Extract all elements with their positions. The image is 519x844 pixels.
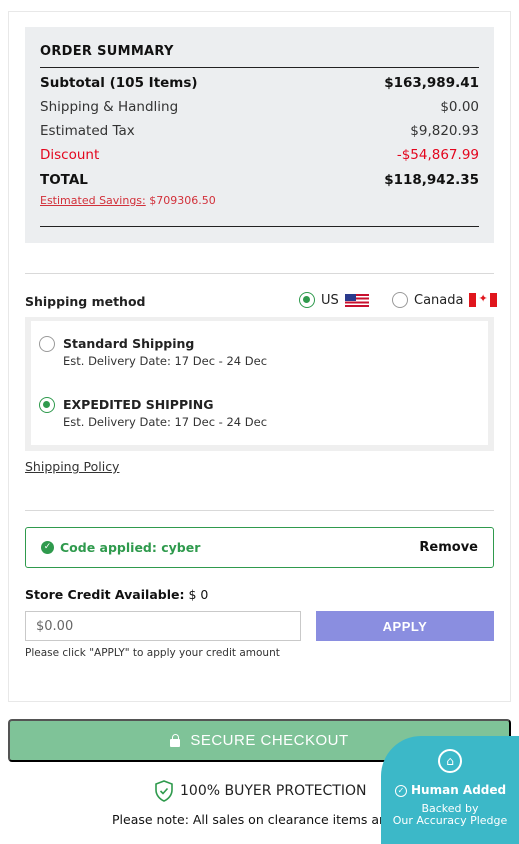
country-canada-label: Canada — [414, 292, 464, 308]
store-credit-hint: Please click "APPLY" to apply your credi… — [25, 647, 280, 659]
tax-label: Estimated Tax — [40, 123, 135, 139]
coupon-applied-text: Code applied: cyber — [60, 540, 201, 555]
badge-title: Human Added — [411, 783, 507, 797]
shield-check-icon — [155, 780, 173, 802]
standard-shipping-date: Est. Delivery Date: 17 Dec - 24 Dec — [63, 354, 268, 368]
canada-flag-icon — [469, 292, 498, 307]
shipping-value: $0.00 — [440, 99, 479, 115]
discount-value: -$54,867.99 — [396, 147, 479, 163]
subtotal-value: $163,989.41 — [384, 75, 479, 91]
tax-row: Estimated Tax $9,820.93 — [40, 123, 479, 139]
expedited-shipping-date: Est. Delivery Date: 17 Dec - 24 Dec — [63, 415, 268, 429]
accuracy-pledge-badge[interactable]: ⌂ ✓ Human Added Backed by Our Accuracy Pl… — [381, 736, 519, 844]
subtotal-label: Subtotal (105 Items) — [40, 75, 198, 91]
store-credit-amount: $ 0 — [188, 587, 209, 602]
expedited-shipping-radio[interactable] — [39, 397, 55, 413]
lock-icon — [170, 733, 181, 747]
check-circle-icon: ✓ — [395, 785, 407, 797]
store-credit-input[interactable] — [25, 611, 301, 641]
country-us-option[interactable]: US — [299, 292, 369, 308]
store-credit-label: Store Credit Available: — [25, 587, 185, 602]
estimated-savings-value: $709306.50 — [149, 194, 216, 207]
badge-line-2: Our Accuracy Pledge — [392, 814, 508, 827]
coupon-applied-box: ✓ Code applied: cyber Remove — [25, 527, 494, 568]
badge-subtitle: Backed by Our Accuracy Pledge — [381, 803, 519, 827]
shipping-options-list: Standard Shipping Est. Delivery Date: 17… — [31, 321, 488, 445]
secure-checkout-label: SECURE CHECKOUT — [190, 732, 349, 749]
badge-title-row: ✓ Human Added — [395, 783, 506, 797]
divider — [40, 67, 479, 68]
discount-row: Discount -$54,867.99 — [40, 147, 479, 163]
remove-coupon-button[interactable]: Remove — [419, 540, 478, 555]
standard-shipping-radio[interactable] — [39, 336, 55, 352]
shipping-row: Shipping & Handling $0.00 — [40, 99, 479, 115]
divider — [25, 510, 494, 511]
discount-label: Discount — [40, 147, 100, 163]
total-label: TOTAL — [40, 172, 88, 188]
store-credit-info: Store Credit Available: $ 0 — [25, 587, 208, 602]
expedited-shipping-name: EXPEDITED SHIPPING — [63, 397, 214, 412]
divider — [25, 273, 494, 274]
shipping-options-panel: Standard Shipping Est. Delivery Date: 17… — [25, 317, 494, 451]
country-canada-option[interactable]: Canada — [392, 292, 498, 308]
buyer-protection-text: 100% BUYER PROTECTION — [180, 783, 367, 799]
total-row: TOTAL $118,942.35 — [40, 172, 479, 188]
check-circle-icon: ✓ — [41, 541, 54, 554]
apply-credit-button[interactable]: APPLY — [316, 611, 494, 641]
shipping-label: Shipping & Handling — [40, 99, 179, 115]
buyer-protection: 100% BUYER PROTECTION — [154, 780, 366, 802]
shipping-policy-link[interactable]: Shipping Policy — [25, 459, 119, 474]
estimated-savings: Estimated Savings: $709306.50 — [40, 194, 216, 207]
country-us-label: US — [321, 292, 339, 308]
country-canada-radio[interactable] — [392, 292, 408, 308]
total-value: $118,942.35 — [384, 172, 479, 188]
subtotal-row: Subtotal (105 Items) $163,989.41 — [40, 75, 479, 91]
standard-shipping-name: Standard Shipping — [63, 336, 195, 351]
estimated-savings-link[interactable]: Estimated Savings: — [40, 194, 146, 207]
house-icon: ⌂ — [438, 749, 462, 773]
divider — [40, 226, 479, 227]
country-us-radio[interactable] — [299, 292, 315, 308]
tax-value: $9,820.93 — [410, 123, 479, 139]
order-summary: ORDER SUMMARY Subtotal (105 Items) $163,… — [25, 27, 494, 243]
us-flag-icon — [344, 293, 369, 307]
clearance-note: Please note: All sales on clearance item… — [112, 812, 412, 827]
shipping-method-label: Shipping method — [25, 294, 146, 309]
order-summary-title: ORDER SUMMARY — [40, 44, 174, 59]
